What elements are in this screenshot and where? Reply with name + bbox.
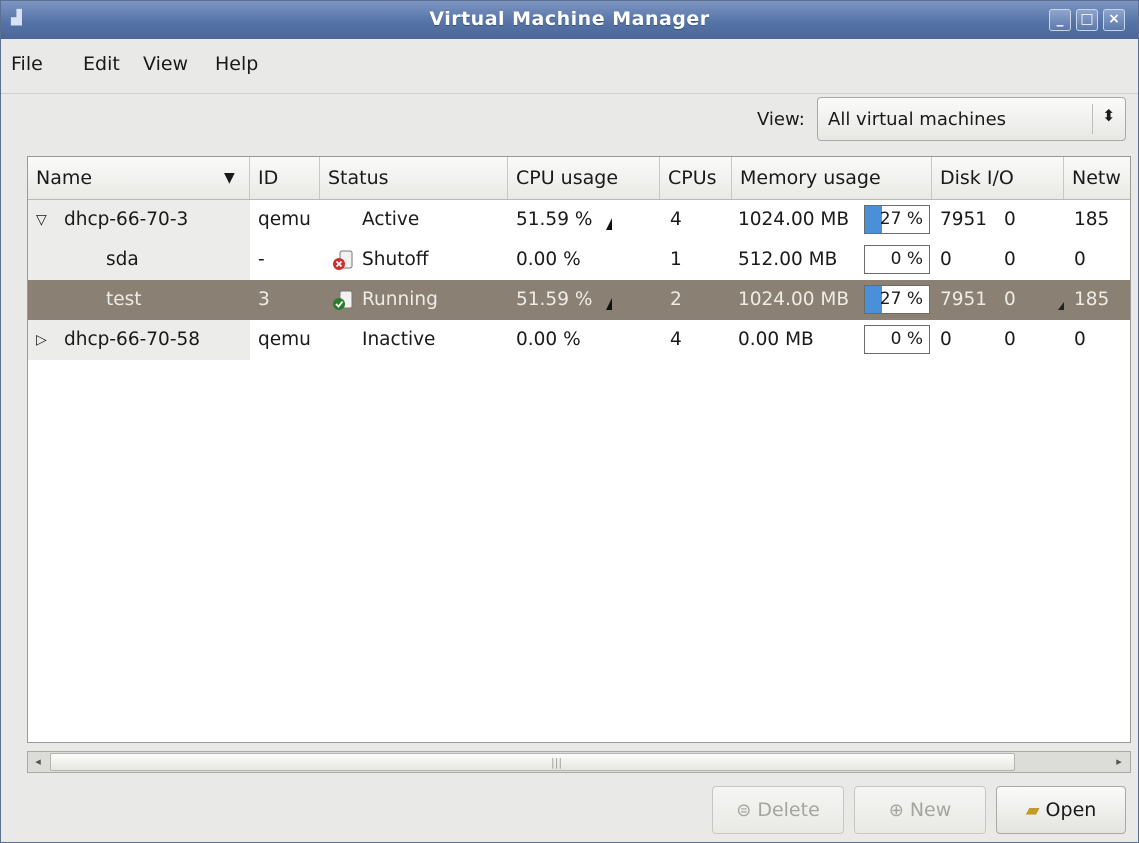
table-row[interactable]: ▽ dhcp-66-70-3 qemu Active 51.59 % 4 102… <box>28 200 1130 240</box>
vm-cpus: 2 <box>670 289 682 310</box>
column-header-disk-io[interactable]: Disk I/O <box>932 157 1064 199</box>
column-header-status[interactable]: Status <box>320 157 508 199</box>
vm-list[interactable]: Name ▼ ID Status CPU usage CPUs Memory u… <box>27 156 1131 743</box>
disk-read: 7951 <box>940 289 988 310</box>
vm-status: Inactive <box>362 329 436 350</box>
vm-cpus: 4 <box>670 329 682 350</box>
disk-read: 7951 <box>940 209 988 230</box>
column-header-memory-usage[interactable]: Memory usage <box>732 157 932 199</box>
column-header-id[interactable]: ID <box>250 157 320 199</box>
table-row-selected[interactable]: test 3 Running 51.59 % 2 1024.00 MB 27 %… <box>28 280 1130 320</box>
vm-cpus: 4 <box>670 209 682 230</box>
vm-memory: 1024.00 MB <box>738 209 850 230</box>
menu-edit[interactable]: Edit <box>83 53 120 75</box>
table-row[interactable]: ▷ dhcp-66-70-58 qemu Inactive 0.00 % 4 0… <box>28 320 1130 360</box>
cpu-sparkline-icon <box>606 298 612 310</box>
network-value: 0 <box>1074 329 1086 350</box>
sort-down-triangle-icon: ▼ <box>224 170 235 186</box>
vm-id: 3 <box>258 289 270 310</box>
vm-memory: 0.00 MB <box>738 329 814 350</box>
combo-separator <box>1092 104 1093 134</box>
new-button[interactable]: ⊕ New <box>854 786 986 834</box>
view-filter-combo[interactable]: All virtual machines ⬍ <box>817 97 1126 141</box>
scroll-left-icon[interactable]: ◂ <box>29 753 47 771</box>
scrollbar-grip-icon: ||| <box>551 756 563 769</box>
menu-help[interactable]: Help <box>215 53 258 75</box>
vm-memory: 512.00 MB <box>738 249 838 270</box>
scrollbar-thumb[interactable]: ||| <box>50 753 1015 771</box>
vm-cpu-usage: 0.00 % <box>516 249 581 270</box>
vm-status: Active <box>362 209 420 230</box>
cpu-sparkline-icon <box>606 218 612 230</box>
disk-write: 0 <box>1004 329 1016 350</box>
menu-bar: File Edit View Help <box>1 39 1138 94</box>
open-folder-icon: ▰ <box>1025 800 1040 821</box>
memory-progress-bar: 27 % <box>864 285 930 314</box>
table-row[interactable]: sda - Shutoff 0.00 % 1 512.00 MB 0 % 0 0… <box>28 240 1130 280</box>
column-header-row: Name ▼ ID Status CPU usage CPUs Memory u… <box>28 157 1130 200</box>
vm-running-icon <box>333 290 353 310</box>
vm-name: dhcp-66-70-58 <box>64 329 201 350</box>
expander-expanded-icon[interactable]: ▽ <box>36 200 47 240</box>
memory-progress-bar: 27 % <box>864 205 930 234</box>
open-button[interactable]: ▰ Open <box>996 786 1126 834</box>
menu-file[interactable]: File <box>11 53 43 75</box>
expander-collapsed-icon[interactable]: ▷ <box>36 320 47 360</box>
vm-status: Running <box>362 289 438 310</box>
vm-cpu-usage: 51.59 % <box>516 289 593 310</box>
column-header-cpus[interactable]: CPUs <box>660 157 732 199</box>
vm-id: qemu <box>258 209 311 230</box>
vm-cpu-usage: 0.00 % <box>516 329 581 350</box>
vm-name: test <box>106 289 142 310</box>
disk-write: 0 <box>1004 209 1016 230</box>
vm-name: sda <box>106 249 139 270</box>
vm-shutoff-icon <box>333 250 353 270</box>
vm-cpu-usage: 51.59 % <box>516 209 593 230</box>
memory-percent: 0 % <box>890 329 923 349</box>
vm-status: Shutoff <box>362 249 429 270</box>
horizontal-scrollbar[interactable]: ◂ ||| ▸ <box>27 751 1131 773</box>
scroll-right-icon[interactable]: ▸ <box>1110 753 1128 771</box>
network-sparkline-icon <box>1058 302 1064 310</box>
vm-cpus: 1 <box>670 249 682 270</box>
view-filter-value: All virtual machines <box>828 109 1007 130</box>
memory-percent: 27 % <box>879 289 923 309</box>
network-value: 185 <box>1074 289 1110 310</box>
title-bar[interactable]: ▟ Virtual Machine Manager _ □ × <box>1 1 1138 39</box>
network-value: 185 <box>1074 209 1110 230</box>
vmm-window: ▟ Virtual Machine Manager _ □ × File Edi… <box>0 0 1139 843</box>
name-cell-bg <box>28 240 250 280</box>
maximize-icon[interactable]: □ <box>1076 9 1098 31</box>
window-title: Virtual Machine Manager <box>429 8 710 30</box>
memory-progress-bar: 0 % <box>864 325 930 354</box>
delete-icon: ⊜ <box>736 800 752 821</box>
delete-button[interactable]: ⊜ Delete <box>712 786 844 834</box>
memory-progress-bar: 0 % <box>864 245 930 274</box>
network-value: 0 <box>1074 249 1086 270</box>
memory-percent: 0 % <box>890 249 923 269</box>
vm-id: - <box>258 249 265 270</box>
disk-write: 0 <box>1004 249 1016 270</box>
view-filter-label: View: <box>757 109 805 130</box>
minimize-icon[interactable]: _ <box>1049 9 1071 31</box>
close-icon[interactable]: × <box>1103 9 1125 31</box>
column-header-cpu-usage[interactable]: CPU usage <box>508 157 660 199</box>
new-vm-icon: ⊕ <box>888 800 904 821</box>
memory-percent: 27 % <box>879 209 923 229</box>
disk-read: 0 <box>940 329 952 350</box>
column-header-name[interactable]: Name ▼ <box>28 157 250 199</box>
vm-name: dhcp-66-70-3 <box>64 209 189 230</box>
disk-read: 0 <box>940 249 952 270</box>
vm-memory: 1024.00 MB <box>738 289 850 310</box>
vm-id: qemu <box>258 329 311 350</box>
column-header-network[interactable]: Netw <box>1064 157 1130 199</box>
disk-write: 0 <box>1004 289 1016 310</box>
up-down-arrows-icon: ⬍ <box>1102 106 1116 125</box>
menu-view[interactable]: View <box>143 53 188 75</box>
